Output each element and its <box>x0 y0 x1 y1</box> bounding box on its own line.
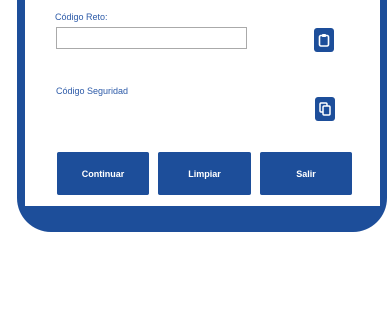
copy-icon <box>319 102 331 116</box>
continuar-button[interactable]: Continuar <box>57 152 149 195</box>
copy-button[interactable] <box>315 97 335 121</box>
clipboard-icon <box>318 33 330 47</box>
limpiar-button[interactable]: Limpiar <box>158 152 251 195</box>
salir-button[interactable]: Salir <box>260 152 352 195</box>
codigo-seguridad-label: Código Seguridad <box>56 86 129 96</box>
paste-button[interactable] <box>314 28 334 52</box>
codigo-reto-label: Código Reto: <box>55 12 108 22</box>
codigo-reto-input[interactable] <box>56 27 247 49</box>
